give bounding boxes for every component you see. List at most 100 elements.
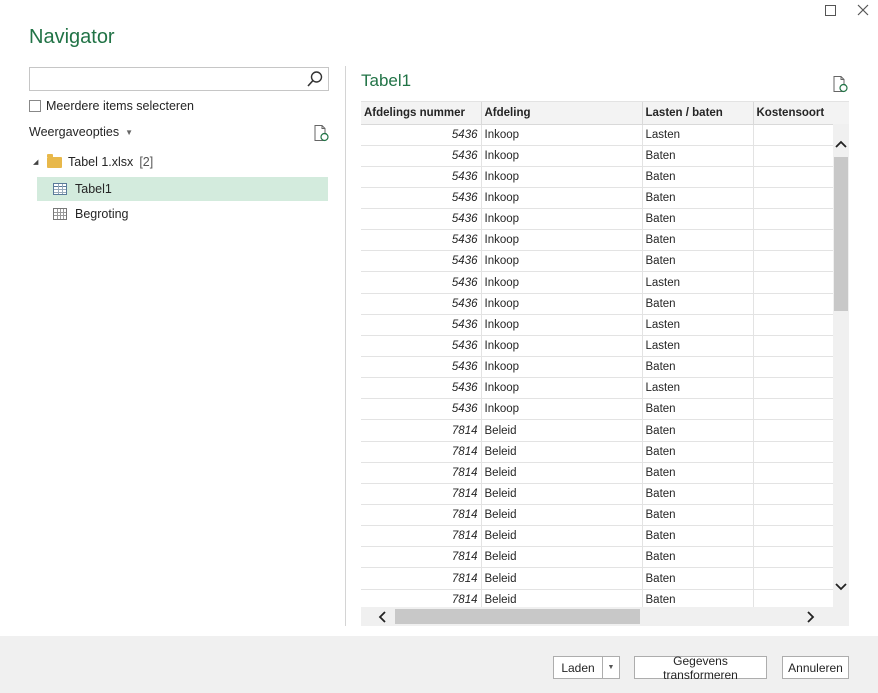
search-box [29,67,329,91]
scroll-up-icon[interactable] [833,136,849,152]
pane-divider[interactable] [345,66,346,626]
table-cell: 5436 [361,398,482,421]
table-cell: Beleid [481,567,643,590]
vertical-scrollbar[interactable] [833,124,849,607]
horizontal-scroll-thumb[interactable] [395,609,640,624]
table-cell: Baten [642,145,754,167]
sheet-icon [53,208,67,220]
tree-root-file[interactable]: ◢ Tabel 1.xlsx [2] [33,153,153,169]
preview-grid: Afdelings nummer Afdeling Lasten / baten… [361,101,849,607]
table-icon [53,183,67,195]
table-cell: Baten [642,356,754,379]
table-cell: Inkoop [481,145,643,167]
dialog-title: Navigator [29,26,115,48]
table-cell: Inkoop [481,356,643,379]
table-row[interactable]: 7814BeleidBaten43 [361,462,849,484]
preview-title: Tabel1 [361,71,412,90]
table-cell: Baten [642,441,754,463]
table-cell: 5436 [361,335,482,358]
table-row[interactable]: 7814BeleidBaten43 [361,589,849,607]
table-cell: 5436 [361,271,482,294]
table-row[interactable]: 7814BeleidBaten43 [361,483,849,506]
table-cell: 5436 [361,314,482,336]
table-cell: 7814 [361,525,482,548]
scroll-right-icon[interactable] [803,608,819,625]
refresh-icon[interactable] [312,124,330,142]
table-cell: Baten [642,398,754,421]
table-row[interactable]: 5436InkoopBaten43 [361,229,849,252]
table-cell: Baten [642,208,754,231]
table-cell: Beleid [481,504,643,527]
restore-icon [824,4,836,16]
table-cell: 5436 [361,187,482,210]
table-cell: 7814 [361,504,482,527]
table-cell: Baten [642,166,754,188]
table-row[interactable]: 5436InkoopBaten42 [361,187,849,210]
scroll-down-icon[interactable] [833,579,849,595]
table-row[interactable]: 5436InkoopBaten43 [361,250,849,273]
table-row[interactable]: 7814BeleidBaten43 [361,567,849,590]
table-row[interactable]: 5436InkoopBaten42 [361,166,849,188]
table-cell: 7814 [361,589,482,607]
multi-select-option[interactable]: Meerdere items selecteren [29,99,194,113]
table-cell: Inkoop [481,250,643,273]
cancel-button[interactable]: Annuleren [782,656,849,679]
table-cell: 5436 [361,250,482,273]
table-cell: Baten [642,462,754,484]
table-row[interactable]: 5436InkoopBaten43 [361,398,849,421]
table-cell: Beleid [481,462,643,484]
tree-root-label: Tabel 1.xlsx [68,155,134,169]
view-options-dropdown[interactable]: Weergaveopties ▼ [29,125,133,139]
close-button[interactable] [848,0,878,20]
table-row[interactable]: 7814BeleidBaten43 [361,546,849,569]
table-row[interactable]: 5436InkoopBaten86 [361,293,849,315]
load-options-button[interactable]: ▼ [602,656,620,679]
tree-item-tabel1[interactable]: Tabel1 [37,177,328,201]
horizontal-scrollbar[interactable] [361,607,849,626]
table-cell: Baten [642,483,754,506]
table-row[interactable]: 5436InkoopBaten42 [361,145,849,167]
search-input[interactable] [30,68,300,90]
scroll-left-icon[interactable] [374,608,390,625]
refresh-preview-icon[interactable] [831,75,849,93]
table-cell: Inkoop [481,377,643,400]
tree-item-begroting[interactable]: Begroting [37,202,328,226]
table-cell: Beleid [481,441,643,463]
restore-button[interactable] [815,0,845,20]
table-row[interactable]: 5436InkoopLasten42 [361,314,849,336]
transform-data-button[interactable]: Gegevens transformeren [634,654,767,682]
table-cell: Baten [642,187,754,210]
vertical-scroll-thumb[interactable] [834,157,848,311]
table-row[interactable]: 5436InkoopLasten83 [361,335,849,358]
table-row[interactable]: 5436InkoopLasten86 [361,271,849,294]
table-row[interactable]: 5436InkoopLasten86 [361,124,849,146]
column-header: Kostensoort [753,102,849,125]
search-icon[interactable] [306,70,324,88]
load-button[interactable]: Laden [553,656,603,679]
table-row[interactable]: 7814BeleidBaten43 [361,525,849,548]
table-row[interactable]: 7814BeleidBaten43 [361,441,849,463]
table-cell: 5436 [361,293,482,315]
folder-icon [47,153,62,168]
table-row[interactable]: 5436InkoopBaten83 [361,356,849,379]
table-cell: Lasten [642,124,754,146]
table-cell: Inkoop [481,398,643,421]
table-row[interactable]: 7814BeleidBaten43 [361,504,849,527]
table-cell: Inkoop [481,293,643,315]
preview-table: Afdelings nummer Afdeling Lasten / baten… [361,102,849,607]
table-cell: Beleid [481,483,643,506]
multi-select-checkbox[interactable] [29,100,41,112]
tree-item-label: Tabel1 [75,182,112,196]
table-cell: 7814 [361,419,482,442]
table-cell: Baten [642,250,754,273]
collapse-triangle-icon[interactable]: ◢ [33,158,41,166]
table-row[interactable]: 7814BeleidBaten43 [361,419,849,442]
table-row[interactable]: 5436InkoopLasten83 [361,377,849,400]
table-cell: 5436 [361,356,482,379]
column-header: Lasten / baten [642,102,754,125]
chevron-down-icon: ▼ [607,664,615,671]
table-cell: 7814 [361,462,482,484]
table-cell: Inkoop [481,271,643,294]
tree-item-label: Begroting [75,207,129,221]
table-row[interactable]: 5436InkoopBaten42 [361,208,849,231]
